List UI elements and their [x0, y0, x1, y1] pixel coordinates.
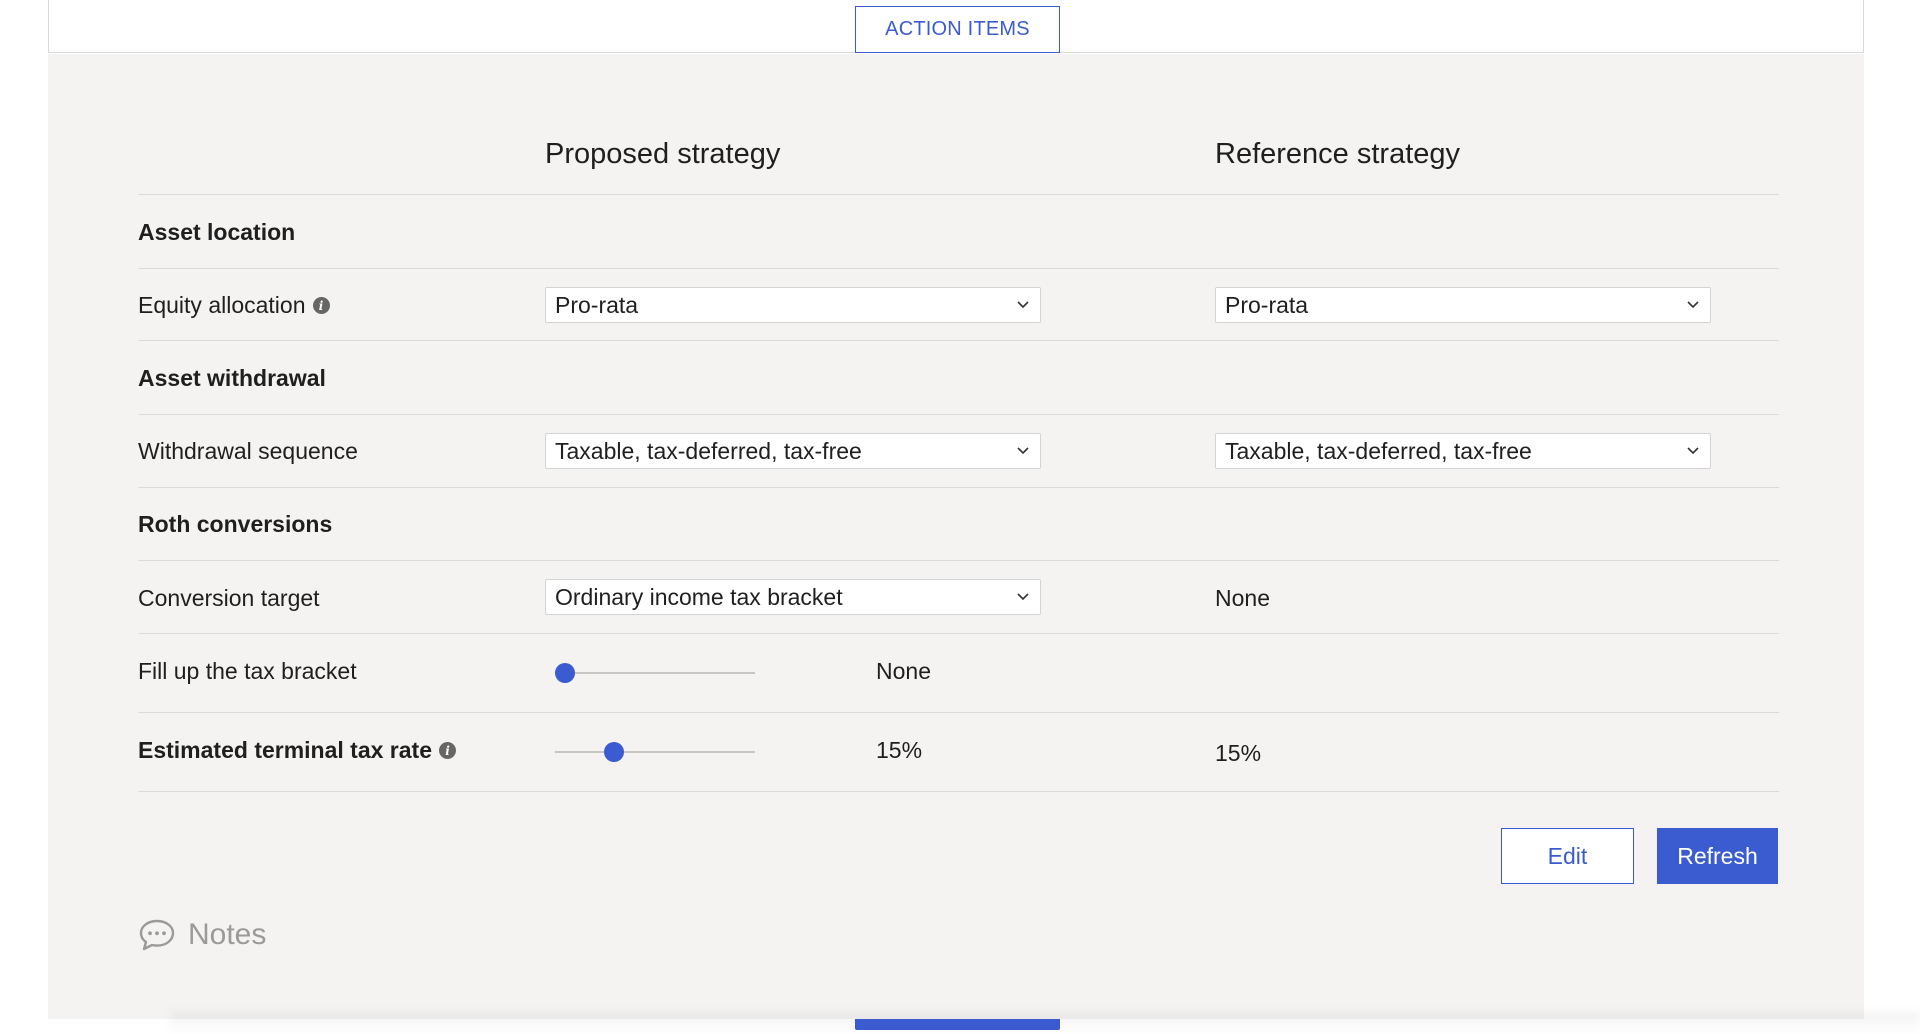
withdrawal-sequence-label: Withdrawal sequence — [138, 438, 358, 465]
fill-bracket-text: Fill up the tax bracket — [138, 658, 357, 684]
proposed-strategy-heading: Proposed strategy — [545, 138, 781, 170]
conversion-target-proposed-select[interactable]: Ordinary income tax bracket — [545, 579, 1041, 615]
slider-track[interactable] — [555, 672, 755, 674]
terminal-tax-proposed-value: 15% — [876, 737, 923, 763]
select-value: Pro-rata — [1225, 291, 1309, 318]
info-icon[interactable]: i — [439, 742, 457, 759]
section-asset-withdrawal: Asset withdrawal — [138, 365, 326, 391]
chevron-down-icon — [1017, 593, 1029, 601]
slider-thumb[interactable] — [555, 663, 575, 683]
select-value: Ordinary income tax bracket — [555, 583, 843, 610]
divider — [138, 487, 1779, 488]
withdrawal-sequence-text: Withdrawal sequence — [138, 438, 358, 464]
action-items-tab[interactable]: ACTION ITEMS — [855, 6, 1060, 53]
select-value: Taxable, tax-deferred, tax-free — [555, 437, 862, 464]
divider — [138, 791, 1779, 792]
divider — [138, 340, 1779, 341]
terminal-tax-reference-value: 15% — [1215, 740, 1262, 766]
conversion-target-label: Conversion target — [138, 585, 320, 612]
refresh-button[interactable]: Refresh — [1657, 828, 1778, 884]
edit-button[interactable]: Edit — [1501, 828, 1634, 884]
conversion-target-text: Conversion target — [138, 585, 320, 611]
notes-toggle[interactable]: Notes — [138, 918, 266, 952]
terminal-tax-slider[interactable] — [555, 740, 755, 764]
fill-bracket-slider[interactable] — [555, 661, 755, 685]
terminal-tax-label: Estimated terminal tax rate — [138, 737, 433, 763]
reference-strategy-heading: Reference strategy — [1215, 138, 1461, 170]
notes-label: Notes — [188, 918, 267, 951]
divider — [138, 712, 1779, 713]
select-value: Taxable, tax-deferred, tax-free — [1225, 437, 1532, 464]
divider — [138, 633, 1779, 634]
equity-allocation-reference-select[interactable]: Pro-rata — [1215, 287, 1711, 323]
section-roth-conversions: Roth conversions — [138, 511, 333, 537]
equity-allocation-label: Equity allocation — [138, 292, 306, 318]
chevron-down-icon — [1017, 301, 1029, 309]
slider-track[interactable] — [555, 751, 755, 753]
section-asset-location: Asset location — [138, 219, 296, 245]
chevron-down-icon — [1687, 447, 1699, 455]
fill-bracket-value: None — [876, 658, 931, 684]
slider-thumb[interactable] — [603, 742, 624, 762]
info-icon[interactable]: i — [312, 297, 330, 314]
equity-allocation-proposed-select[interactable]: Pro-rata — [545, 287, 1041, 323]
divider — [138, 268, 1779, 269]
withdrawal-sequence-reference-select[interactable]: Taxable, tax-deferred, tax-free — [1215, 433, 1711, 469]
divider — [138, 414, 1779, 415]
withdrawal-sequence-proposed-select[interactable]: Taxable, tax-deferred, tax-free — [545, 433, 1041, 469]
conversion-target-reference-value: None — [1215, 585, 1270, 611]
chevron-down-icon — [1687, 301, 1699, 309]
fill-bracket-label: Fill up the tax bracket — [138, 658, 357, 685]
terminal-tax-row-label: Estimated terminal tax rate i — [138, 737, 457, 764]
divider — [138, 194, 1779, 195]
comment-icon — [139, 919, 175, 951]
equity-allocation-row-label: Equity allocation i — [138, 292, 330, 319]
bottom-tab-indicator[interactable] — [855, 1019, 1060, 1030]
select-value: Pro-rata — [555, 291, 639, 318]
chevron-down-icon — [1017, 447, 1029, 455]
divider — [138, 560, 1779, 561]
